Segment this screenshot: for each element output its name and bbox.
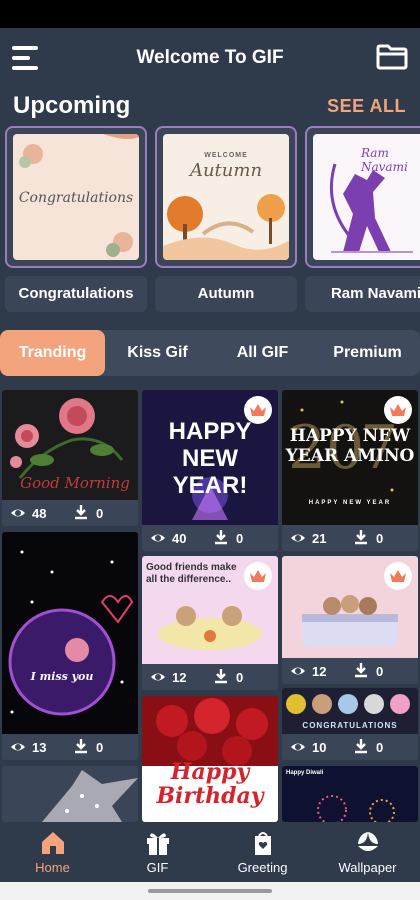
nav-gif[interactable]: GIF (105, 822, 210, 882)
gif-thumbnail: I miss you (2, 532, 138, 734)
view-count: 40 (172, 531, 187, 546)
download-icon[interactable] (354, 529, 368, 545)
eye-icon (11, 743, 25, 751)
gif-card-new-year-amino[interactable]: 20 7 HAPPY NEW YEAR AMINO HAPPY NEW YEAR… (282, 390, 418, 551)
upcoming-art: Congratulations (13, 134, 139, 260)
see-all-link[interactable]: SEE ALL (327, 96, 406, 117)
view-count: 10 (312, 740, 327, 755)
gif-thumbnail (2, 766, 138, 822)
view-count: 48 (32, 506, 47, 521)
gif-thumbnail: 20 7 HAPPY NEW YEAR AMINO HAPPY NEW YEAR (282, 390, 418, 525)
nav-label: GIF (146, 860, 169, 875)
premium-crown-icon (244, 396, 272, 424)
upcoming-title: Upcoming (13, 92, 131, 119)
page-title: Welcome To GIF (136, 47, 284, 68)
gif-stats: 40 0 (142, 525, 278, 551)
gif-card-friends[interactable]: Good friends make all the difference.. 1… (142, 556, 278, 690)
eye-icon (291, 743, 305, 751)
nav-wallpaper[interactable]: Wallpaper (315, 822, 420, 882)
upcoming-art: WELCOME Autumn (163, 134, 289, 260)
tab-all-gif[interactable]: All GIF (210, 330, 315, 376)
nav-greeting[interactable]: Greeting (210, 822, 315, 882)
download-count: 0 (236, 531, 244, 546)
status-bar (0, 0, 420, 28)
download-count: 0 (376, 531, 384, 546)
upcoming-label: Congratulations (5, 276, 147, 312)
nav-home[interactable]: Home (0, 822, 105, 882)
gif-card-bears[interactable]: 12 0 (282, 556, 418, 684)
gif-stats: 10 0 (282, 734, 418, 760)
upcoming-label: Autumn (155, 276, 297, 312)
download-count: 0 (236, 670, 244, 685)
category-tabs: Tranding Kiss Gif All GIF Premium (0, 330, 420, 376)
wallpaper-icon (358, 832, 378, 851)
upcoming-card-congratulations[interactable]: Congratulations (5, 126, 147, 268)
gif-thumbnail: Happy Birthday (142, 696, 278, 822)
gif-stats: 12 0 (142, 664, 278, 690)
download-icon[interactable] (214, 668, 228, 684)
gif-card-congratulations[interactable]: CONGRATULATIONS 10 0 (282, 688, 418, 760)
eye-icon (291, 667, 305, 675)
gif-stats: 12 0 (282, 658, 418, 684)
gif-thumbnail: HAPPY NEW YEAR! (142, 390, 278, 525)
download-icon[interactable] (354, 738, 368, 754)
gif-stats: 21 0 (282, 525, 418, 551)
gif-stats: 13 0 (2, 734, 138, 760)
nav-label: Wallpaper (338, 860, 397, 875)
gif-card-diwali[interactable]: Happy Diwali (282, 766, 418, 822)
gif-thumbnail: Good Morning (2, 390, 138, 500)
premium-crown-icon (244, 562, 272, 590)
eye-icon (291, 534, 305, 542)
eye-icon (151, 534, 165, 542)
gif-card-rose[interactable]: Good Morning 48 0 (2, 390, 138, 526)
greeting-icon (255, 832, 271, 855)
tab-kiss-gif[interactable]: Kiss Gif (105, 330, 210, 376)
view-count: 12 (172, 670, 187, 685)
download-icon[interactable] (74, 738, 88, 754)
download-count: 0 (96, 740, 104, 755)
gif-thumbnail: CONGRATULATIONS (282, 688, 418, 734)
nav-label: Home (35, 860, 70, 875)
download-count: 0 (96, 506, 104, 521)
tab-premium[interactable]: Premium (315, 330, 420, 376)
view-count: 21 (312, 531, 327, 546)
gift-icon (147, 833, 169, 855)
download-icon[interactable] (354, 662, 368, 678)
home-indicator[interactable] (148, 889, 272, 893)
gif-thumbnail: Good friends make all the difference.. (142, 556, 278, 664)
upcoming-art: Ram Navami (313, 134, 420, 260)
premium-crown-icon (384, 562, 412, 590)
tab-tranding[interactable]: Tranding (0, 330, 105, 376)
eye-icon (151, 673, 165, 681)
nav-label: Greeting (237, 860, 288, 875)
bottom-navigation: Home GIF Greeting Wallpaper (0, 822, 420, 882)
upcoming-label: Ram Navami (305, 276, 420, 312)
view-count: 12 (312, 664, 327, 679)
folder-icon[interactable] (376, 44, 408, 70)
download-icon[interactable] (214, 529, 228, 545)
system-home-bar (0, 882, 420, 900)
upcoming-card-ram-navami[interactable]: Ram Navami (305, 126, 420, 268)
gif-card-new-year[interactable]: HAPPY NEW YEAR! 40 0 (142, 390, 278, 551)
download-icon[interactable] (74, 504, 88, 520)
download-count: 0 (376, 664, 384, 679)
gif-thumbnail: Happy Diwali (282, 766, 418, 822)
gif-thumbnail (282, 556, 418, 658)
gif-stats: 48 0 (2, 500, 138, 526)
eye-icon (11, 509, 25, 517)
gif-card-birthday[interactable]: Happy Birthday (142, 696, 278, 822)
download-count: 0 (376, 740, 384, 755)
gif-card-sparkle[interactable] (2, 766, 138, 822)
home-icon (42, 832, 64, 854)
premium-crown-icon (384, 396, 412, 424)
view-count: 13 (32, 740, 47, 755)
gif-card-miss-you[interactable]: I miss you 13 0 (2, 532, 138, 760)
upcoming-card-autumn[interactable]: WELCOME Autumn (155, 126, 297, 268)
upcoming-carousel[interactable]: Congratulations Congratulations WELCOME … (0, 126, 420, 316)
app-bar: Welcome To GIF (0, 28, 420, 88)
